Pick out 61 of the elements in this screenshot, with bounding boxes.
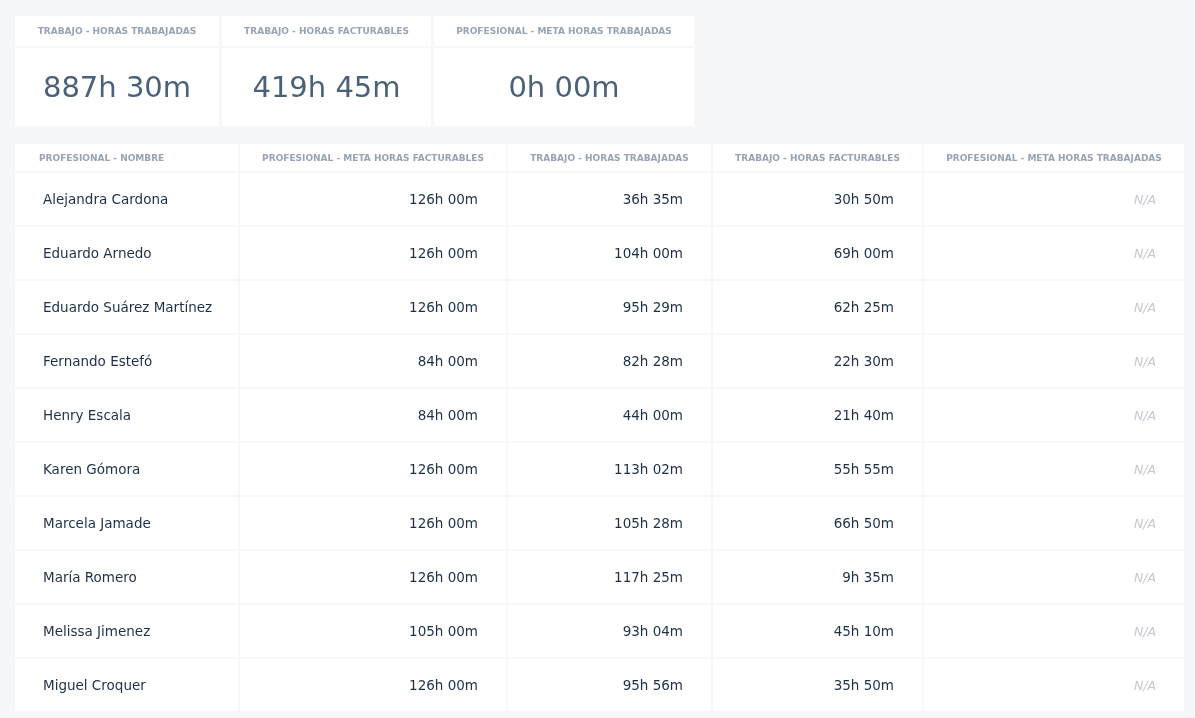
column-header: PROFESIONAL - META HORAS FACTURABLES [240, 144, 506, 171]
table-cell: N/A [924, 389, 1184, 441]
column-header: PROFESIONAL - NOMBRE [15, 144, 238, 171]
column-header: TRABAJO - HORAS TRABAJADAS [508, 144, 711, 171]
table-cell: 22h 30m [713, 335, 922, 387]
column-header: PROFESIONAL - META HORAS TRABAJADAS [924, 144, 1184, 171]
table-cell: 9h 35m [713, 551, 922, 603]
table-cell: María Romero [15, 551, 238, 603]
table-cell: 35h 50m [713, 659, 922, 711]
table-cell: N/A [924, 659, 1184, 711]
card-value: 0h 00m [434, 48, 694, 126]
table-cell: 105h 28m [508, 497, 711, 549]
table-cell: 62h 25m [713, 281, 922, 333]
table-cell: Marcela Jamade [15, 497, 238, 549]
card-value: 887h 30m [15, 48, 219, 126]
table-cell: Henry Escala [15, 389, 238, 441]
table-cell: Eduardo Suárez Martínez [15, 281, 238, 333]
table-cell: 66h 50m [713, 497, 922, 549]
table-cell: Alejandra Cardona [15, 173, 238, 225]
table-cell: 44h 00m [508, 389, 711, 441]
table-cell: 104h 00m [508, 227, 711, 279]
table-cell: 69h 00m [713, 227, 922, 279]
table-cell: 55h 55m [713, 443, 922, 495]
table-cell: 21h 40m [713, 389, 922, 441]
table-cell: 45h 10m [713, 605, 922, 657]
table-cell: N/A [924, 281, 1184, 333]
card-label: PROFESIONAL - META HORAS TRABAJADAS [434, 16, 694, 46]
card-label: TRABAJO - HORAS FACTURABLES [222, 16, 431, 46]
table-cell: N/A [924, 335, 1184, 387]
table-cell: 93h 04m [508, 605, 711, 657]
card-label: TRABAJO - HORAS TRABAJADAS [15, 16, 219, 46]
column-header: TRABAJO - HORAS FACTURABLES [713, 144, 922, 171]
table-cell: 82h 28m [508, 335, 711, 387]
table-cell: 126h 00m [240, 551, 506, 603]
table-cell: N/A [924, 443, 1184, 495]
table-cell: N/A [924, 227, 1184, 279]
table-cell: 126h 00m [240, 173, 506, 225]
table-cell: 126h 00m [240, 659, 506, 711]
table-cell: N/A [924, 497, 1184, 549]
table-cell: 105h 00m [240, 605, 506, 657]
table-cell: 126h 00m [240, 443, 506, 495]
table-cell: 95h 29m [508, 281, 711, 333]
table-cell: N/A [924, 605, 1184, 657]
table-cell: Melissa Jimenez [15, 605, 238, 657]
table-cell: Miguel Croquer [15, 659, 238, 711]
table-cell: 95h 56m [508, 659, 711, 711]
table-cell: 30h 50m [713, 173, 922, 225]
table-cell: Fernando Estefó [15, 335, 238, 387]
card-value: 419h 45m [222, 48, 431, 126]
table-cell: 113h 02m [508, 443, 711, 495]
table-cell: 126h 00m [240, 281, 506, 333]
table-cell: N/A [924, 173, 1184, 225]
table-cell: Karen Gómora [15, 443, 238, 495]
table-cell: 84h 00m [240, 335, 506, 387]
table-cell: 117h 25m [508, 551, 711, 603]
table-cell: 84h 00m [240, 389, 506, 441]
table-cell: 126h 00m [240, 227, 506, 279]
table-cell: 126h 00m [240, 497, 506, 549]
table-cell: Eduardo Arnedo [15, 227, 238, 279]
table-cell: N/A [924, 551, 1184, 603]
table-cell: 36h 35m [508, 173, 711, 225]
